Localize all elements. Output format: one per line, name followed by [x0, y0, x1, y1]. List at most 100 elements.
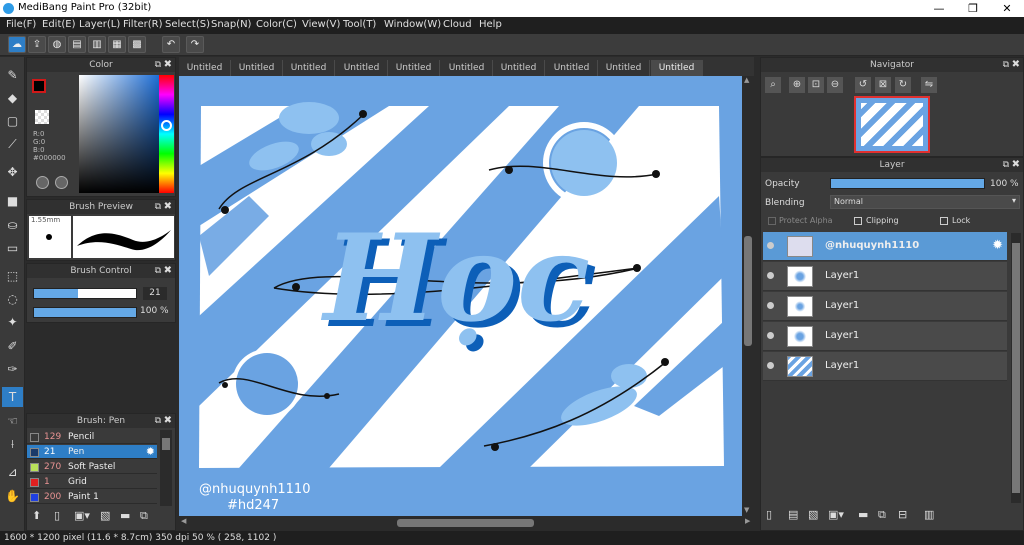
comment-icon[interactable]: ▤ [68, 36, 86, 53]
undo-icon[interactable]: ↶ [162, 36, 180, 53]
eye-icon[interactable] [767, 362, 774, 369]
brush-item-pen[interactable]: 21 Pen ✹ [27, 445, 157, 459]
saturation-value-picker[interactable] [79, 75, 159, 193]
rotate-right-icon[interactable]: ↻ [895, 77, 911, 93]
close-icon[interactable]: ✖ [1012, 158, 1020, 172]
redo-icon[interactable]: ↷ [186, 36, 204, 53]
copy-brush-icon[interactable]: ▧ [100, 509, 110, 522]
zoom-out-icon[interactable]: ⊖ [827, 77, 843, 93]
brush-item-paint-1[interactable]: 200 Paint 1 [27, 490, 157, 504]
rectangle-tool-icon[interactable]: ▢ [2, 111, 23, 131]
tab-untitled[interactable]: Untitled [179, 60, 231, 76]
tab-untitled[interactable]: Untitled [546, 60, 598, 76]
bucket-tool-icon[interactable]: ⛀ [2, 215, 23, 235]
tab-untitled[interactable]: Untitled [231, 60, 283, 76]
select-eraser-tool-icon[interactable]: ✑ [2, 359, 23, 379]
brush-tool-icon[interactable]: ✎ [2, 65, 23, 85]
eyedropper-tool-icon[interactable]: ⟊ [2, 434, 23, 454]
menu-edit[interactable]: Edit(E) [42, 19, 76, 30]
vertical-scroll-thumb[interactable] [744, 236, 752, 346]
clipping-checkbox[interactable] [854, 217, 862, 225]
tab-untitled[interactable]: Untitled [441, 60, 493, 76]
gradient-tool-icon[interactable]: ▭ [2, 238, 23, 258]
menu-color[interactable]: Color(C) [256, 19, 297, 30]
lasso-tool-icon[interactable]: ◌ [2, 289, 23, 309]
float-icon[interactable]: ⧉ [155, 58, 161, 72]
tab-untitled[interactable]: Untitled [336, 60, 388, 76]
color-swap-icon[interactable] [55, 176, 68, 189]
menu-cloud[interactable]: Cloud [443, 19, 472, 30]
merge-layer-icon[interactable]: ⊟ [898, 508, 907, 521]
hue-slider[interactable] [159, 75, 174, 193]
layer-row[interactable]: Layer1 [763, 352, 1007, 381]
blending-select[interactable]: Normal ▾ [830, 195, 1020, 209]
menu-tool[interactable]: Tool(T) [343, 19, 376, 30]
brush-item-pencil[interactable]: 129 Pencil [27, 430, 157, 444]
eye-icon[interactable] [767, 272, 774, 279]
protect-alpha-checkbox[interactable] [768, 217, 776, 225]
gear-icon[interactable]: ✹ [992, 238, 1003, 253]
artwork-canvas[interactable]: Học Học @nhuquynh1110 #hd247 [179, 76, 742, 516]
brush-menu-icon[interactable]: ▣▾ [74, 509, 90, 522]
move-tool-icon[interactable]: ✥ [2, 162, 23, 182]
add-layer-menu-icon[interactable]: ▣▾ [828, 508, 844, 521]
close-icon[interactable]: ✖ [164, 264, 172, 278]
close-icon[interactable]: ✖ [164, 200, 172, 214]
layer-row[interactable]: Layer1 [763, 262, 1007, 291]
transparent-swatch[interactable] [35, 110, 49, 124]
new-halftone-layer-icon[interactable]: ▧ [808, 508, 818, 521]
operation-tool-icon[interactable]: ☜ [2, 411, 23, 431]
duplicate-icon[interactable]: ⧉ [140, 509, 148, 523]
menu-view[interactable]: View(V) [302, 19, 340, 30]
layer-list-scrollbar[interactable] [1011, 233, 1021, 503]
dropper-tool-icon[interactable]: ⊿ [2, 462, 23, 482]
menu-select[interactable]: Select(S) [165, 19, 210, 30]
grid-icon[interactable]: ▩ [128, 36, 146, 53]
cloud-icon[interactable]: ☁ [8, 36, 26, 53]
brush-list-scrollbar[interactable] [160, 430, 172, 506]
fit-icon[interactable]: ⊡ [808, 77, 824, 93]
magic-wand-tool-icon[interactable]: ✦ [2, 312, 23, 332]
canvas-horizontal-scrollbar[interactable]: ◀ ▶ [179, 516, 754, 530]
select-rect-tool-icon[interactable]: ⬚ [2, 266, 23, 286]
chat-icon[interactable]: ◍ [48, 36, 66, 53]
float-icon[interactable]: ⧉ [1003, 158, 1009, 172]
tab-untitled[interactable]: Untitled [388, 60, 440, 76]
flip-icon[interactable]: ⇋ [921, 77, 937, 93]
brush-size-value[interactable]: 21 [143, 287, 167, 300]
line-tool-icon[interactable]: ⟋ [2, 134, 23, 154]
float-icon[interactable]: ⧉ [155, 414, 161, 428]
text-tool-icon[interactable]: T [2, 387, 23, 407]
menu-window[interactable]: Window(W) [384, 19, 441, 30]
gear-icon[interactable]: ✹ [146, 445, 155, 459]
menu-help[interactable]: Help [479, 19, 502, 30]
layer-opacity-slider[interactable] [830, 178, 985, 189]
close-icon[interactable]: ✖ [164, 414, 172, 428]
layer-row[interactable]: Layer1 [763, 322, 1007, 351]
tab-untitled[interactable]: Untitled [283, 60, 335, 76]
brush-size-slider[interactable] [33, 288, 137, 299]
navigator-thumbnail[interactable] [854, 96, 930, 153]
eye-icon[interactable] [767, 242, 774, 249]
new-brush-icon[interactable]: ▯ [54, 509, 60, 522]
reset-view-icon[interactable]: ⊠ [875, 77, 891, 93]
folder-icon[interactable]: ▬ [858, 508, 868, 521]
page-icon[interactable]: ▥ [88, 36, 106, 53]
hand-tool-icon[interactable]: ✋ [2, 486, 23, 506]
close-button[interactable]: ✕ [990, 0, 1024, 17]
brush-opacity-slider[interactable] [33, 307, 137, 318]
layer-row[interactable]: Layer1 [763, 292, 1007, 321]
menu-filter[interactable]: Filter(R) [123, 19, 163, 30]
menu-file[interactable]: File(F) [6, 19, 36, 30]
zoom-icon[interactable]: ⌕ [765, 77, 781, 93]
lock-checkbox[interactable] [940, 217, 948, 225]
scroll-up-icon[interactable]: ▲ [744, 76, 749, 84]
duplicate-layer-icon[interactable]: ⧉ [878, 508, 886, 522]
float-icon[interactable]: ⧉ [155, 200, 161, 214]
color-set-icon[interactable] [36, 176, 49, 189]
minimize-button[interactable]: — [922, 0, 956, 17]
brush-item-grid[interactable]: 1 Grid [27, 475, 157, 489]
eraser-tool-icon[interactable]: ◆ [2, 88, 23, 108]
eye-icon[interactable] [767, 332, 774, 339]
new-layer-icon[interactable]: ▯ [766, 508, 772, 521]
